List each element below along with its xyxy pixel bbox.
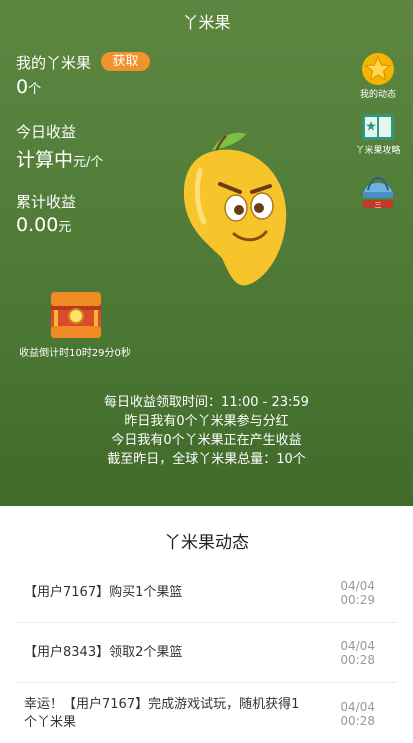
total-income: 0.00元 [16,214,71,236]
my-fruit-count: 0个 [16,76,41,98]
page-title: 丫米果 [182,13,231,32]
list-item[interactable]: 【用户8343】领取2个果篮 04/04 00:28 [16,623,397,683]
feed-item-time: 04/04 00:28 [340,638,375,667]
my-fruit-unit: 个 [28,82,42,97]
feed-item-text: 幸运！【用户7167】完成游戏试玩，随机获得1个丫米果 [24,696,300,730]
hero-panel: 丫米果 我的丫米果 获取 0个 今日收益 计算中元/个 累计收益 0.00元 我… [0,0,413,506]
treasure-chest-icon[interactable] [50,290,102,340]
info-line: 每日收益领取时间：11:00 - 23:59 [104,395,309,410]
basket-icon: 三 [363,177,393,209]
list-item[interactable]: 幸运！【用户7167】完成游戏试玩，随机获得1个丫米果 04/04 00:28 [16,683,397,743]
total-income-unit: 元 [58,220,72,235]
star-icon [362,53,394,85]
my-fruit-count-value: 0 [16,76,29,98]
mango-mascot [183,132,287,286]
today-income: 计算中元/个 [16,145,103,172]
my-fruit-label: 我的丫米果 [16,54,92,72]
my-dynamic-button[interactable]: 我的动态 [341,52,413,100]
feed-item-text: 【用户7167】购买1个果篮 [24,584,183,600]
guide-label: 丫米果攻略 [355,146,401,156]
guide-button[interactable]: 丫米果攻略 [341,112,413,156]
my-dynamic-label: 我的动态 [359,90,396,100]
income-countdown: 收益倒计时10时29分0秒 [19,348,131,359]
misc-label: 三 [375,201,382,209]
income-info: 每日收益领取时间：11:00 - 23:59 昨日我有0个丫米果参与分红 今日我… [0,393,413,469]
feed-title: 丫米果动态 [164,533,249,553]
info-line: 今日我有0个丫米果正在产生收益 [111,433,302,448]
total-income-label: 累计收益 [16,193,77,211]
today-income-unit: 元/个 [73,155,104,170]
feed-item-text: 【用户8343】领取2个果篮 [24,644,183,660]
today-income-label: 今日收益 [16,123,77,141]
info-line: 昨日我有0个丫米果参与分红 [124,414,289,429]
activity-feed: 【用户7167】购买1个果篮 04/04 00:29 【用户8343】领取2个果… [16,563,397,743]
total-income-value: 0.00 [16,214,59,236]
get-button[interactable]: 获取 [101,52,150,71]
feed-item-time: 04/04 00:29 [340,578,375,607]
info-line: 截至昨日，全球丫米果总量：10个 [107,452,306,467]
list-item[interactable]: 【用户7167】购买1个果篮 04/04 00:29 [16,563,397,623]
today-income-value: 计算中 [16,149,74,171]
book-icon [362,114,394,140]
feed-item-time: 04/04 00:28 [340,699,375,728]
misc-button[interactable]: 三 [341,170,413,210]
